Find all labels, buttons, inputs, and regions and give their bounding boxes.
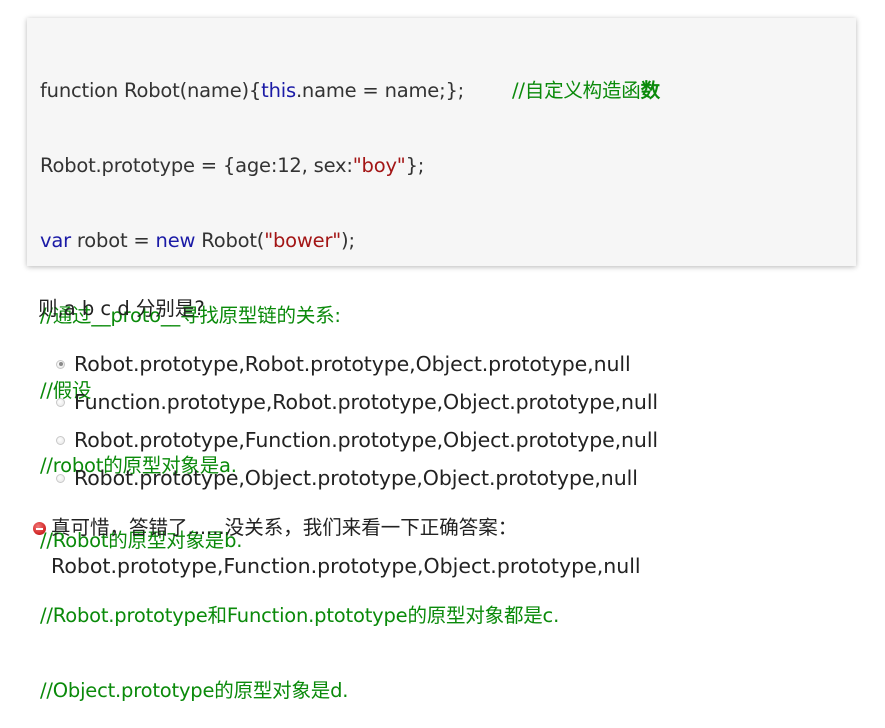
- radio-button[interactable]: [56, 435, 65, 445]
- option-label: Robot.prototype,Robot.prototype,Object.p…: [74, 352, 631, 376]
- code-comment-line: //Robot.prototype和Function.ptototype的原型对…: [40, 604, 560, 627]
- code-new-keyword: new: [155, 229, 196, 252]
- code-string-boy: "boy": [352, 154, 406, 177]
- code-function-decl: function Robot(name){: [40, 79, 262, 102]
- code-line-2-end: };: [405, 154, 425, 177]
- code-block: function Robot(name){this.name = name;};…: [27, 18, 856, 702]
- result-text: 真可惜，答错了......没关系，我们来看一下正确答案：: [51, 516, 518, 539]
- code-string-bower: "bower": [264, 229, 342, 252]
- radio-button[interactable]: [56, 359, 65, 369]
- option-label: Robot.prototype,Function.prototype,Objec…: [74, 428, 659, 452]
- option-b[interactable]: Function.prototype,Robot.prototype,Objec…: [56, 383, 658, 421]
- question-text: 则,a b c d 分别是?: [38, 297, 205, 320]
- option-c[interactable]: Robot.prototype,Function.prototype,Objec…: [56, 421, 658, 459]
- code-line-1: function Robot(name){this.name = name;};…: [40, 78, 856, 103]
- answer-options: Robot.prototype,Robot.prototype,Object.p…: [56, 345, 658, 497]
- option-d[interactable]: Robot.prototype,Object.prototype,Object.…: [56, 459, 658, 497]
- code-assignment: .name = name;};: [295, 79, 465, 102]
- code-var-keyword: var: [40, 229, 71, 252]
- code-prototype-assign: Robot.prototype = {age:12, sex:: [40, 154, 353, 177]
- error-icon: [33, 522, 46, 535]
- code-this-keyword: this: [261, 79, 296, 102]
- code-constructor-call: Robot(: [195, 229, 265, 252]
- code-var-name: robot =: [70, 229, 156, 252]
- code-comment-constructor-end: 数: [640, 79, 661, 102]
- code-line-3-end: );: [341, 229, 355, 252]
- code-comment-constructor: //自定义构造函: [512, 79, 641, 102]
- option-label: Function.prototype,Robot.prototype,Objec…: [74, 390, 659, 414]
- correct-answer: Robot.prototype,Function.prototype,Objec…: [51, 554, 641, 578]
- option-a[interactable]: Robot.prototype,Robot.prototype,Object.p…: [56, 345, 658, 383]
- result-message: 真可惜，答错了......没关系，我们来看一下正确答案：: [33, 516, 517, 542]
- code-spacing: [464, 79, 512, 102]
- option-label: Robot.prototype,Object.prototype,Object.…: [74, 466, 638, 490]
- code-comment-line: //Object.prototype的原型对象是d.: [40, 679, 349, 702]
- radio-button[interactable]: [56, 397, 65, 407]
- code-line-3: var robot = new Robot("bower");: [40, 228, 856, 253]
- code-line-2: Robot.prototype = {age:12, sex:"boy"};: [40, 153, 856, 178]
- radio-button[interactable]: [56, 473, 65, 483]
